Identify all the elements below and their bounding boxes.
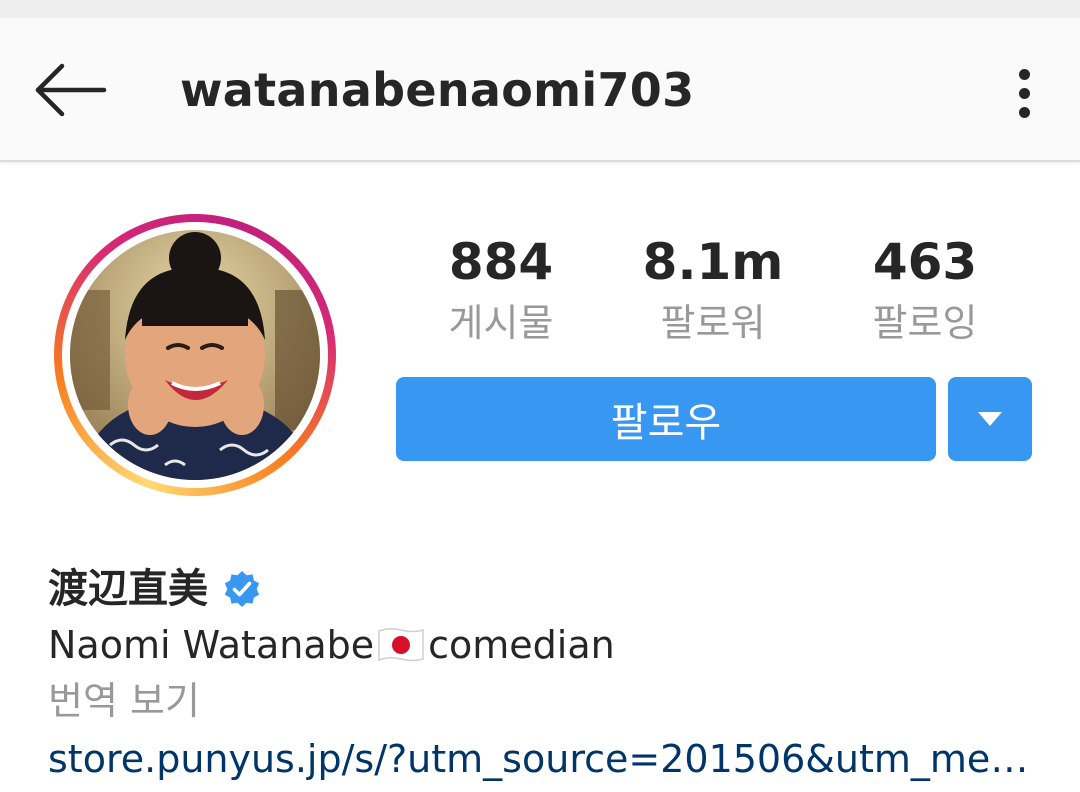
see-translation-link[interactable]: 번역 보기 <box>48 676 200 726</box>
more-vertical-icon-dot <box>1018 87 1030 99</box>
following-count-value: 463 <box>872 233 978 291</box>
bio-role: comedian <box>428 623 615 667</box>
app-bar: watanabenaomi703 <box>0 18 1080 162</box>
profile-username-title: watanabenaomi703 <box>180 63 695 117</box>
followers-count[interactable]: 8.1m 팔로워 <box>613 232 813 348</box>
following-count-label: 팔로잉 <box>872 301 978 345</box>
story-ring[interactable] <box>54 214 336 496</box>
suggested-accounts-dropdown-button[interactable] <box>948 377 1032 461</box>
following-count[interactable]: 463 팔로잉 <box>825 232 1025 348</box>
website-link[interactable]: store.punyus.jp/s/?utm_source=201506&utm… <box>48 734 1032 784</box>
caret-down-icon <box>978 412 1002 426</box>
back-button[interactable] <box>28 54 112 126</box>
more-vertical-icon <box>1018 68 1030 80</box>
bio-text: Naomi Watanabe comedian <box>48 620 615 670</box>
bio-name: Naomi Watanabe <box>48 623 375 667</box>
posts-count[interactable]: 884 게시물 <box>401 232 601 348</box>
avatar-frame <box>62 222 328 488</box>
posts-count-label: 게시물 <box>448 301 554 345</box>
profile-photo <box>70 230 320 480</box>
japan-flag-icon <box>378 627 424 662</box>
followers-count-label: 팔로워 <box>660 301 766 345</box>
status-bar <box>0 0 1080 18</box>
more-vertical-icon-dot <box>1018 106 1030 118</box>
display-name-row: 渡辺直美 <box>48 564 262 614</box>
posts-count-value: 884 <box>448 233 554 291</box>
more-options-button[interactable] <box>994 58 1054 128</box>
arrow-left-icon <box>35 63 107 117</box>
follow-button[interactable]: 팔로우 <box>396 377 936 461</box>
followers-count-value: 8.1m <box>642 233 784 291</box>
avatar[interactable] <box>70 230 320 480</box>
verified-badge-icon <box>224 571 260 607</box>
display-name: 渡辺直美 <box>48 566 208 612</box>
